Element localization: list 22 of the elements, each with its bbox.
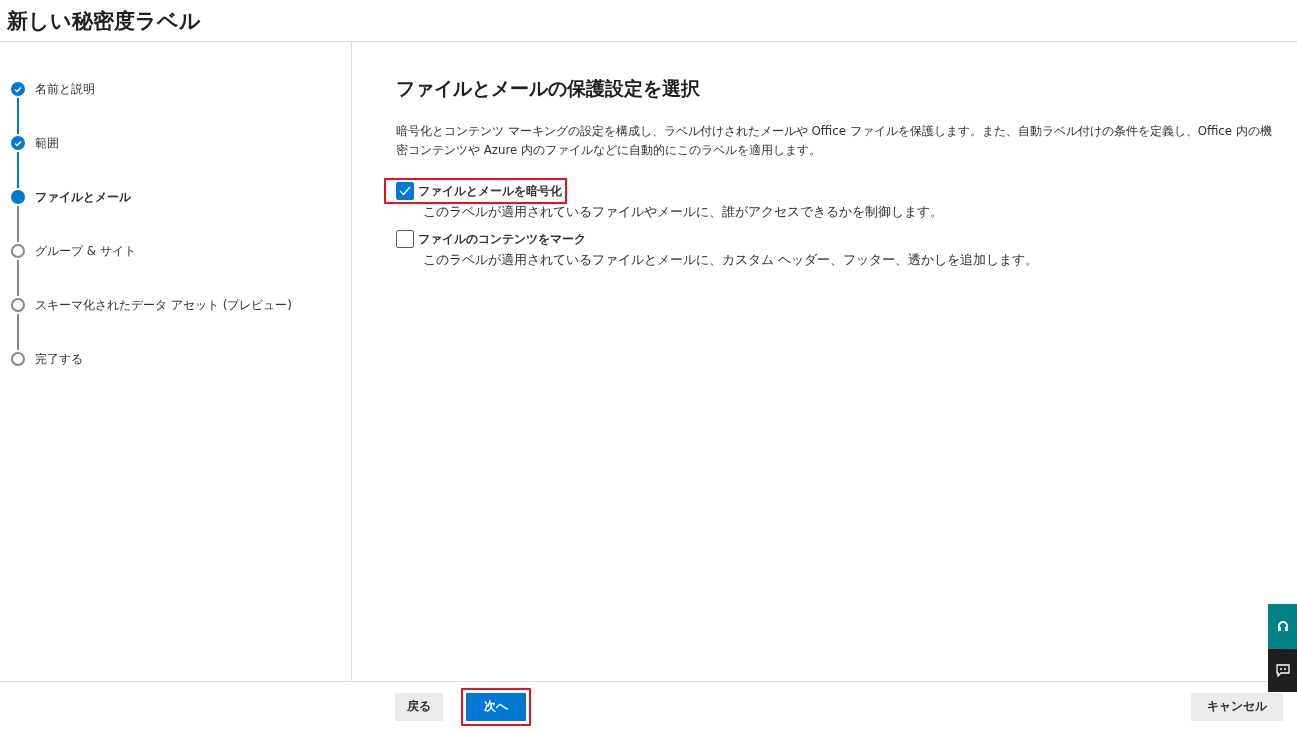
headset-icon	[1276, 620, 1289, 633]
checkbox[interactable]	[396, 230, 414, 248]
step-label[interactable]: スキーマ化されたデータ アセット (プレビュー)	[35, 296, 292, 314]
chat-icon	[1275, 664, 1290, 677]
checkbox[interactable]	[396, 182, 414, 200]
back-button[interactable]: 戻る	[395, 692, 443, 721]
option-label[interactable]: ファイルとメールを暗号化	[418, 183, 562, 199]
next-button[interactable]: 次へ	[466, 692, 526, 721]
feedback-button[interactable]	[1268, 649, 1297, 692]
support-button[interactable]	[1268, 604, 1297, 649]
page-title: 新しい秘密度ラベル	[7, 7, 201, 35]
option-description: このラベルが適用されているファイルやメールに、誰がアクセスできるかを制御します。	[423, 204, 943, 220]
section-heading: ファイルとメールの保護設定を選択	[396, 76, 701, 101]
step-label[interactable]: ファイルとメール	[35, 188, 131, 206]
cancel-button[interactable]: キャンセル	[1191, 692, 1283, 721]
step-label[interactable]: 完了する	[35, 350, 83, 368]
option-label[interactable]: ファイルのコンテンツをマーク	[418, 231, 586, 247]
step-label[interactable]: グループ & サイト	[35, 242, 136, 260]
description-text: 暗号化とコンテンツ マーキングの設定を構成し、ラベル付けされたメールや Office ファイルを保護します。また、自動ラベル付けの条件を定義し、Office 内の機密コンテンツや Azure 内のファイルなどに自動的にこのラベルを適用します。	[396, 123, 1273, 159]
step-label[interactable]: 名前と説明	[35, 80, 95, 98]
step-label[interactable]: 範囲	[35, 134, 59, 152]
option-description: このラベルが適用されているファイルとメールに、カスタム ヘッダー、フッター、透かしを追加します。	[423, 252, 1038, 268]
